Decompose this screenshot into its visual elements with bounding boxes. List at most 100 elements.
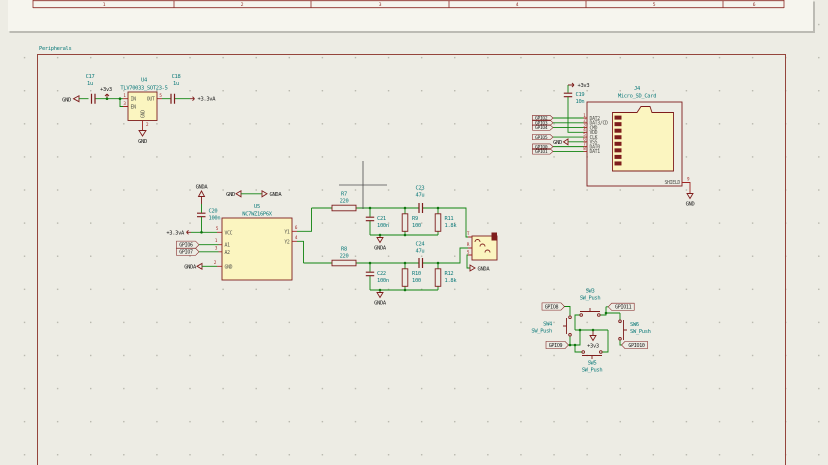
global-label-gpio4[interactable]: GPIO4 [533,125,554,131]
u5-ref: U5 [254,204,260,210]
p33va-power-label[interactable]: +3.3vA [190,97,216,103]
c24-value: 47u [416,249,425,255]
capacitor-c21[interactable]: C21 100n [366,208,389,235]
capacitor-c24[interactable]: C24 47u [416,242,425,269]
resistor-r12[interactable]: R12 1.8k [435,263,457,290]
c24-ref: C24 [416,242,425,248]
u5-num-a1: 1 [215,238,218,243]
audio-jack[interactable]: T R S GNDA [467,231,497,272]
resistor-body[interactable] [332,205,356,211]
switch-sw3[interactable]: SW3 SW_Push [580,289,601,317]
buttons-circuit[interactable]: SW3 SW_Push SW4 SW_Push SW5 SW_Push SW6 … [531,289,650,374]
filter-network[interactable]: R7 220 C21 100n R9 100 C23 47u R11 1.8k [304,186,469,307]
gnd-power-label[interactable]: GND [62,96,79,104]
resistor-r7[interactable]: R7 220 [332,192,356,211]
u4-num-out: 5 [159,93,162,98]
r7-ref: R7 [341,192,347,198]
jack-notch [492,233,498,241]
resistor-body[interactable] [402,214,408,232]
switch-actuator-icon [582,356,602,360]
schematic-canvas[interactable]: 1 2 3 4 5 6 Peripherals GND C17 1u +3v3 [0,0,828,465]
c17-value: 1u [87,81,93,87]
gnda-text: GNDA [196,185,209,191]
gpio11-text: GPIO11 [615,305,632,311]
junction [404,234,407,237]
capacitor-c18[interactable]: C18 1u [171,74,180,104]
u5-pin-a1: A1 [225,243,231,249]
global-label-gpio9[interactable]: GPIO9 [546,341,569,349]
p33va-power-label-u5[interactable]: +3.3vA [166,230,191,236]
wire[interactable] [79,99,123,107]
shield-gnd[interactable]: 9 GND [682,177,694,208]
gnda-power-label-top[interactable]: GNDA [196,185,209,205]
gnda-power-label-jack[interactable]: GNDA [470,265,490,272]
global-label-gpio8[interactable]: GPIO8 [542,303,565,311]
resistor-body[interactable] [332,260,356,266]
resistor-r11[interactable]: R11 1.8k [435,208,457,235]
global-label-gpio7[interactable]: GPIO7 [177,248,200,256]
c23-value: 47u [416,193,425,199]
gnd-power-label-sd[interactable]: GND [553,139,568,146]
switch-sw4[interactable]: SW4 SW_Push [531,316,571,336]
capacitor-icon [171,94,175,104]
u4-pin-en: EN [131,104,137,110]
ic-u4[interactable]: U4 TLV70033_SOT23-5 IN EN OUT GND 1 3 5 … [120,78,167,128]
power-arrow-icon [190,97,195,101]
junction [592,329,595,332]
sw5-ref: SW5 [588,361,597,367]
gnda-text: GNDA [478,266,491,272]
p3v3-power-label-buttons[interactable]: +3v3 [587,330,599,350]
switch-sw6[interactable]: SW6 SW_Push [619,320,651,340]
p33va-text: +3.3vA [166,231,185,237]
regulator-circuit[interactable]: GND C17 1u +3v3 U4 TLV70033_SOT23-5 IN E… [62,74,216,145]
sdcard-circuit[interactable]: +3v3 C19 10n J4 Micro_SD_Card 1 2 [533,83,695,208]
global-label-gpio6[interactable]: GPIO6 [177,241,200,249]
junction [404,207,407,210]
p3v3-power-label-sd[interactable]: +3v3 [568,83,589,89]
gnda-symbol-bottom[interactable]: GNDA [374,290,387,307]
resistor-body[interactable] [435,269,441,287]
pin-stub [682,183,690,194]
resistor-body[interactable] [435,214,441,232]
c19-value: 10n [576,99,585,105]
u4-value: TLV70033_SOT23-5 [120,86,167,92]
gnda-text: GNDA [374,301,387,307]
capacitor-c23[interactable]: C23 47u [416,186,425,214]
capacitor-icon [564,93,572,97]
u5-body[interactable] [222,218,292,280]
wire[interactable] [297,208,312,263]
resistor-r9[interactable]: R9 100 [402,208,421,235]
connector-j4[interactable]: J4 Micro_SD_Card 1 2 3 4 5 6 7 8 DAT2 DA… [583,86,682,186]
jack-pin-r: R [467,242,470,247]
junction [369,262,372,265]
resistor-r10[interactable]: R10 100 [402,263,421,290]
r9-value: 100 [412,223,421,229]
global-label-gpio11[interactable]: GPIO11 [608,303,634,311]
c18-value: 1u [173,81,179,87]
p3v3-power-label[interactable]: +3v3 [100,87,112,99]
junction [579,329,582,332]
capacitor-c17[interactable]: C17 1u [86,74,95,104]
sw5-value: SW_Push [582,368,603,374]
gnd-triangle-icon [139,131,146,137]
gnda-symbol-top[interactable]: GNDA [374,235,387,252]
power-arrow-icon [187,230,192,234]
global-label-gpio5[interactable]: GPIO5 [533,134,554,140]
c20-value: 100n [209,216,221,222]
gnda-power-label-pin[interactable]: GNDA [184,263,202,270]
net-tie-gnd-gnda[interactable]: GND GNDA [226,191,282,198]
buffer-circuit[interactable]: GNDA GND GNDA C20 100n +3.3vA U5 NC [166,185,311,281]
resistor-body[interactable] [402,269,408,287]
r8-ref: R8 [341,247,347,253]
resistor-r8[interactable]: R8 220 [332,247,356,266]
global-label-gpio1[interactable]: GPIO1 [533,149,554,155]
capacitor-c22[interactable]: C22 100n [366,263,389,290]
u5-pin-a2: A2 [225,250,231,256]
power-arrow-icon [568,83,574,87]
ic-u5[interactable]: U5 NC7WZ16P6X 5 VCC A1 A2 GND Y1 Y2 1 3 … [214,204,298,280]
wire[interactable] [553,118,584,151]
c21-ref: C21 [377,216,386,222]
gnd-label-text: GND [62,98,71,104]
global-label-gpio10[interactable]: GPIO10 [622,341,648,349]
switch-sw5[interactable]: SW5 SW_Push [582,351,603,374]
